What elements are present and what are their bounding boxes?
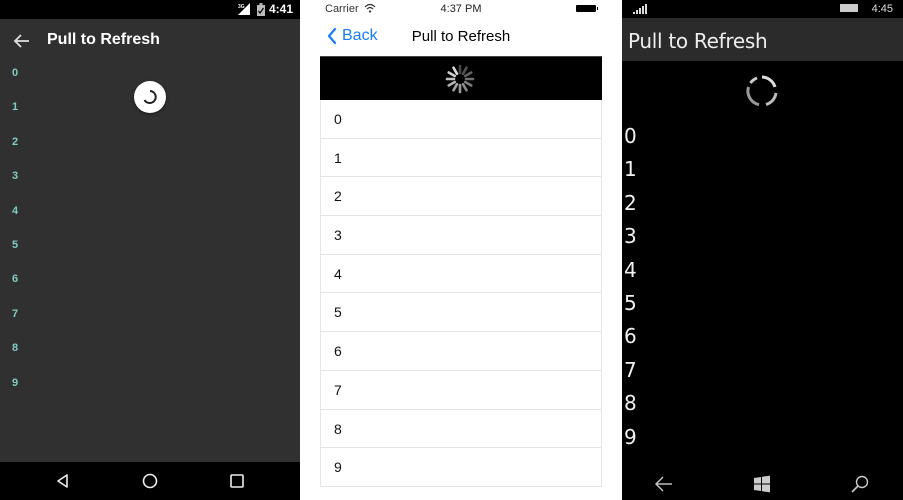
table-row[interactable]: 4 <box>321 255 601 294</box>
windows-nav-bar <box>622 466 903 500</box>
table-row[interactable]: 1 <box>321 139 601 178</box>
ios-nav-bar: Back Pull to Refresh <box>320 18 602 56</box>
table-row[interactable]: 8 <box>321 410 601 449</box>
windows-logo-icon[interactable] <box>752 474 772 494</box>
ios-status-bar: Carrier 4:37 PM <box>300 0 622 18</box>
list-item[interactable]: 1 <box>622 157 903 190</box>
activity-spinner-icon <box>445 64 475 94</box>
svg-text:3G: 3G <box>238 4 245 10</box>
table-row[interactable]: 2 <box>321 177 601 217</box>
list-item[interactable]: 0 <box>622 124 903 157</box>
spinner-spoke <box>461 82 468 92</box>
windows-list[interactable]: 0 1 2 3 4 5 6 7 8 9 <box>622 124 903 458</box>
square-recents-icon[interactable] <box>228 472 246 490</box>
list-item[interactable]: 7 <box>0 297 300 331</box>
status-time: 4:45 <box>871 3 893 15</box>
status-time: 4:37 PM <box>440 3 482 15</box>
battery-icon <box>576 5 598 12</box>
spinner-spoke <box>452 82 459 92</box>
spinner-spoke <box>447 71 457 78</box>
arrow-left-icon[interactable] <box>12 31 32 51</box>
spinner-spoke <box>463 80 473 87</box>
table-row[interactable]: 9 <box>321 448 601 487</box>
list-item[interactable]: 9 <box>622 425 903 458</box>
spinner-spoke <box>461 66 468 76</box>
spinner-spoke <box>447 80 457 87</box>
table-row[interactable]: 7 <box>321 371 601 410</box>
page-title: Pull to Refresh <box>411 28 511 45</box>
windows-status-bar: 4:45 <box>622 0 903 18</box>
list-item[interactable]: 4 <box>622 258 903 291</box>
battery-icon <box>840 4 858 12</box>
refresh-control <box>320 56 602 100</box>
windows-screen: 4:45 Pull to Refresh 0 1 2 3 4 5 6 7 8 9 <box>622 0 903 500</box>
search-icon[interactable] <box>850 474 870 494</box>
signal-icon <box>633 4 647 14</box>
circle-home-icon[interactable] <box>141 472 159 490</box>
spinner-spoke <box>452 66 459 76</box>
refresh-spinner <box>134 81 166 113</box>
page-title: Pull to Refresh <box>628 29 768 53</box>
ios-screen: Carrier 4:37 PM Back Pull to Refresh 0 1… <box>300 0 622 500</box>
ios-table[interactable]: 0 1 2 3 4 5 6 7 8 9 <box>320 100 602 487</box>
circular-spinner-icon <box>143 90 157 104</box>
list-item[interactable]: 8 <box>0 331 300 365</box>
list-item[interactable]: 5 <box>622 291 903 324</box>
table-row[interactable]: 3 <box>321 216 601 255</box>
list-item[interactable]: 2 <box>0 125 300 159</box>
android-nav-bar <box>0 462 300 500</box>
signal-icon: 3G <box>238 3 250 15</box>
ring-spinner-icon <box>746 75 778 107</box>
spinner-spoke <box>463 71 473 78</box>
battery-icon <box>257 3 265 16</box>
status-time: 4:41 <box>268 2 293 16</box>
windows-header: Pull to Refresh <box>622 18 903 61</box>
back-arrow-icon[interactable] <box>654 474 674 494</box>
list-item[interactable]: 2 <box>622 191 903 224</box>
list-item[interactable]: 7 <box>622 358 903 391</box>
list-item[interactable]: 8 <box>622 391 903 424</box>
list-item[interactable]: 6 <box>622 324 903 357</box>
android-screen: 3G 4:41 Pull to Refresh 0 1 2 3 4 5 6 7 … <box>0 0 300 500</box>
android-status-bar: 3G 4:41 <box>0 0 300 19</box>
list-item[interactable]: 3 <box>0 159 300 193</box>
table-row[interactable]: 0 <box>321 100 601 139</box>
list-item[interactable]: 3 <box>622 224 903 257</box>
list-item[interactable]: 6 <box>0 262 300 296</box>
list-item[interactable]: 5 <box>0 228 300 262</box>
page-title: Pull to Refresh <box>47 31 160 48</box>
triangle-back-icon[interactable] <box>54 472 72 490</box>
table-row[interactable]: 5 <box>321 293 601 333</box>
list-item[interactable]: 4 <box>0 194 300 228</box>
table-row[interactable]: 6 <box>321 332 601 371</box>
list-item[interactable]: 9 <box>0 366 300 400</box>
